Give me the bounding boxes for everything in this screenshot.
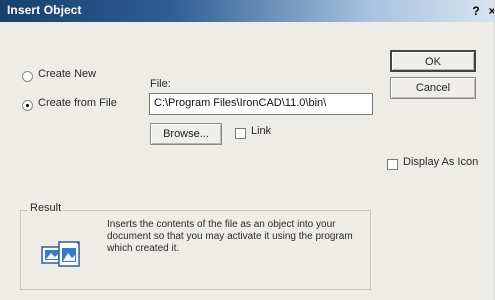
dialog-title: Insert Object <box>7 3 82 17</box>
title-bar[interactable]: Insert Object ? × <box>0 0 494 22</box>
create-from-file-label[interactable]: Create from File <box>38 97 117 109</box>
display-as-icon-label[interactable]: Display As Icon <box>403 156 478 168</box>
browse-button[interactable]: Browse... <box>150 123 222 145</box>
create-new-radio[interactable] <box>22 71 33 82</box>
create-new-label[interactable]: Create New <box>38 68 96 80</box>
insert-object-dialog: Insert Object ? × Create New Create from… <box>0 0 495 300</box>
link-checkbox[interactable] <box>235 128 246 139</box>
link-label[interactable]: Link <box>251 125 271 137</box>
result-description: Inserts the contents of the file as an o… <box>107 219 353 254</box>
result-legend: Result <box>28 202 64 214</box>
ok-button[interactable]: OK <box>390 50 476 72</box>
display-as-icon-checkbox[interactable] <box>387 159 398 170</box>
cancel-button[interactable]: Cancel <box>390 77 476 99</box>
close-icon[interactable]: × <box>485 4 494 18</box>
create-from-file-radio[interactable] <box>22 100 33 111</box>
file-path-input[interactable]: C:\Program Files\IronCAD\11.0\bin\ <box>149 93 373 115</box>
file-label: File: <box>150 78 171 90</box>
help-icon[interactable]: ? <box>469 4 483 18</box>
insert-object-icon <box>41 239 83 269</box>
